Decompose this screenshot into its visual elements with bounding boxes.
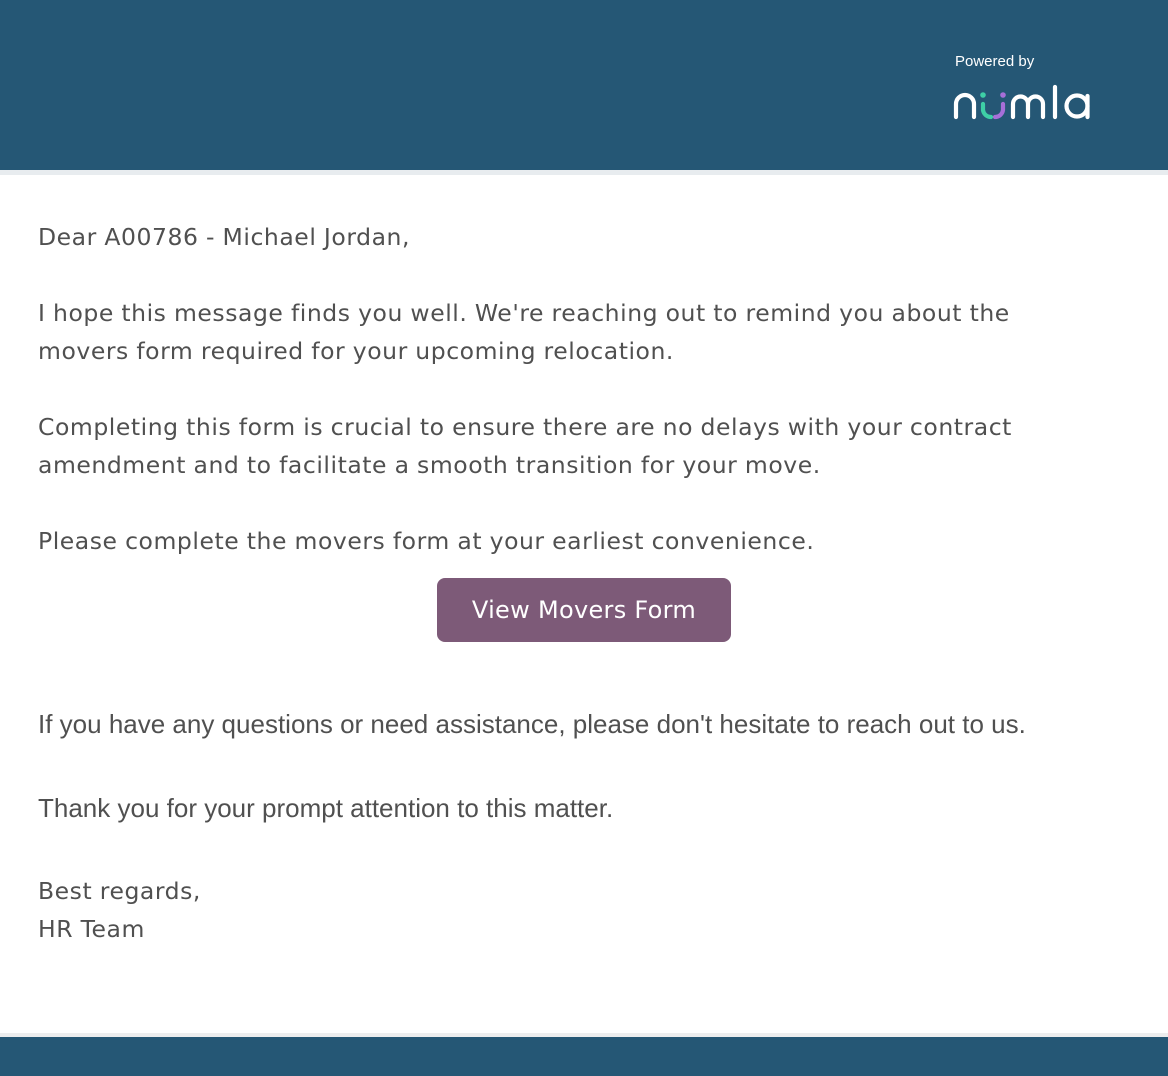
email-footer <box>0 1037 1168 1076</box>
paragraph-reminder-line-2: movers form required for your upcoming r… <box>38 337 674 365</box>
email-header: Powered by <box>0 0 1168 170</box>
signoff: Best regards, <box>38 877 201 905</box>
paragraph-importance-line-1: Completing this form is crucial to ensur… <box>38 413 1012 441</box>
powered-by-label: Powered by <box>955 53 1035 70</box>
paragraph-questions: If you have any questions or need assist… <box>38 709 1026 739</box>
paragraph-thanks: Thank you for your prompt attention to t… <box>38 793 614 823</box>
paragraph-importance-line-2: amendment and to facilitate a smooth tra… <box>38 451 821 479</box>
numla-logo[interactable] <box>952 84 1108 120</box>
header-divider <box>0 170 1168 175</box>
view-movers-form-button[interactable]: View Movers Form <box>437 578 731 642</box>
paragraph-reminder-line-1: I hope this message finds you well. We'r… <box>38 299 1010 327</box>
greeting: Dear A00786 - Michael Jordan, <box>38 223 411 251</box>
signature: HR Team <box>38 915 145 943</box>
paragraph-request: Please complete the movers form at your … <box>38 527 815 555</box>
